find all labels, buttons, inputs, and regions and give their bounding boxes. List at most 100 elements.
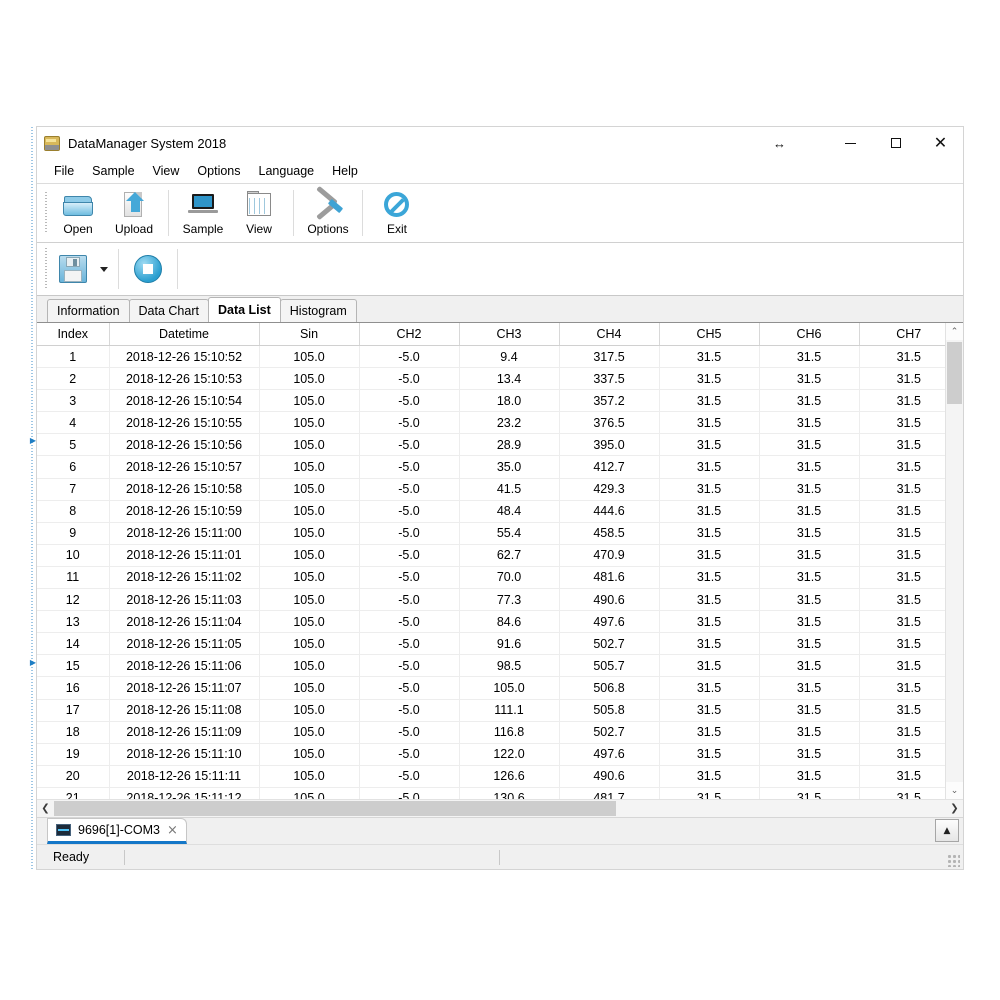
table-row[interactable]: 132018-12-26 15:11:04105.0-5.084.6497.63… bbox=[37, 611, 945, 633]
menu-file[interactable]: File bbox=[45, 162, 83, 180]
cell-index: 11 bbox=[37, 566, 109, 588]
scroll-left-button[interactable]: ❮ bbox=[37, 800, 54, 817]
tab-information[interactable]: Information bbox=[47, 299, 130, 322]
scroll-down-button[interactable]: ⌄ bbox=[946, 782, 963, 799]
toolbar-separator bbox=[118, 249, 119, 289]
toolbar-grip[interactable] bbox=[43, 192, 50, 234]
table-row[interactable]: 52018-12-26 15:10:56105.0-5.028.9395.031… bbox=[37, 434, 945, 456]
cell-ch3: 70.0 bbox=[459, 566, 559, 588]
table-row[interactable]: 182018-12-26 15:11:09105.0-5.0116.8502.7… bbox=[37, 721, 945, 743]
cell-ch7: 31.5 bbox=[859, 655, 945, 677]
scroll-right-button[interactable]: ❯ bbox=[946, 800, 963, 817]
cell-index: 7 bbox=[37, 478, 109, 500]
cell-ch7: 31.5 bbox=[859, 412, 945, 434]
close-button[interactable]: ✕ bbox=[918, 127, 963, 159]
column-header-ch4[interactable]: CH4 bbox=[559, 323, 659, 346]
cell-ch2: -5.0 bbox=[359, 434, 459, 456]
vertical-scrollbar[interactable]: ⌃ ⌄ bbox=[945, 323, 963, 799]
table-row[interactable]: 122018-12-26 15:11:03105.0-5.077.3490.63… bbox=[37, 589, 945, 611]
tab-data-list[interactable]: Data List bbox=[208, 297, 281, 322]
save-button[interactable] bbox=[50, 243, 96, 295]
cell-ch4: 505.7 bbox=[559, 655, 659, 677]
stop-button[interactable] bbox=[125, 243, 171, 295]
cell-ch5: 31.5 bbox=[659, 566, 759, 588]
horizontal-scroll-thumb[interactable] bbox=[54, 801, 616, 816]
toolbar-sample-button[interactable]: Sample bbox=[175, 184, 231, 242]
table-row[interactable]: 212018-12-26 15:11:12105.0-5.0130.6481.7… bbox=[37, 787, 945, 799]
cell-index: 13 bbox=[37, 611, 109, 633]
dock-handle-bottom[interactable]: ▶ bbox=[29, 655, 37, 669]
table-row[interactable]: 192018-12-26 15:11:10105.0-5.0122.0497.6… bbox=[37, 743, 945, 765]
secondary-toolbar-grip[interactable] bbox=[43, 248, 50, 290]
title-bar: DataManager System 2018 ↔ ✕ bbox=[37, 127, 963, 159]
cell-ch6: 31.5 bbox=[759, 522, 859, 544]
table-row[interactable]: 22018-12-26 15:10:53105.0-5.013.4337.531… bbox=[37, 368, 945, 390]
toolbar-view-button[interactable]: View bbox=[231, 184, 287, 242]
wrench-screwdriver-icon bbox=[312, 190, 344, 220]
cell-ch2: -5.0 bbox=[359, 500, 459, 522]
document-tab-com3[interactable]: 9696[1]-COM3 × bbox=[47, 818, 187, 844]
cell-ch7: 31.5 bbox=[859, 522, 945, 544]
cell-ch5: 31.5 bbox=[659, 765, 759, 787]
column-header-datetime[interactable]: Datetime bbox=[109, 323, 259, 346]
cell-ch4: 481.6 bbox=[559, 566, 659, 588]
cell-ch3: 91.6 bbox=[459, 633, 559, 655]
table-row[interactable]: 42018-12-26 15:10:55105.0-5.023.2376.531… bbox=[37, 412, 945, 434]
menu-language[interactable]: Language bbox=[250, 162, 324, 180]
cell-ch3: 48.4 bbox=[459, 500, 559, 522]
save-dropdown-button[interactable] bbox=[96, 243, 112, 295]
cell-ch3: 23.2 bbox=[459, 412, 559, 434]
table-row[interactable]: 162018-12-26 15:11:07105.0-5.0105.0506.8… bbox=[37, 677, 945, 699]
vertical-scroll-track[interactable] bbox=[946, 340, 963, 782]
column-header-sin[interactable]: Sin bbox=[259, 323, 359, 346]
resize-grip-icon[interactable] bbox=[947, 854, 960, 867]
table-row[interactable]: 32018-12-26 15:10:54105.0-5.018.0357.231… bbox=[37, 390, 945, 412]
horizontal-scrollbar[interactable]: ❮ ❯ bbox=[37, 799, 963, 817]
cell-datetime: 2018-12-26 15:10:55 bbox=[109, 412, 259, 434]
cell-ch4: 317.5 bbox=[559, 346, 659, 368]
table-row[interactable]: 92018-12-26 15:11:00105.0-5.055.4458.531… bbox=[37, 522, 945, 544]
tab-histogram[interactable]: Histogram bbox=[280, 299, 357, 322]
table-row[interactable]: 62018-12-26 15:10:57105.0-5.035.0412.731… bbox=[37, 456, 945, 478]
column-header-ch3[interactable]: CH3 bbox=[459, 323, 559, 346]
data-grid: IndexDatetimeSinCH2CH3CH4CH5CH6CH7 12018… bbox=[37, 322, 963, 817]
cell-ch7: 31.5 bbox=[859, 368, 945, 390]
minimize-button[interactable] bbox=[828, 127, 873, 159]
table-row[interactable]: 142018-12-26 15:11:05105.0-5.091.6502.73… bbox=[37, 633, 945, 655]
column-header-index[interactable]: Index bbox=[37, 323, 109, 346]
scroll-up-button[interactable]: ⌃ bbox=[946, 323, 963, 340]
toolbar-upload-button[interactable]: Upload bbox=[106, 184, 162, 242]
vertical-scroll-thumb[interactable] bbox=[947, 342, 962, 404]
close-icon[interactable]: × bbox=[167, 823, 178, 838]
table-row[interactable]: 112018-12-26 15:11:02105.0-5.070.0481.63… bbox=[37, 566, 945, 588]
toolbar-exit-button[interactable]: Exit bbox=[369, 184, 425, 242]
horizontal-scroll-track[interactable] bbox=[54, 800, 946, 817]
dock-handle-top[interactable]: ▶ bbox=[29, 433, 37, 447]
table-row[interactable]: 72018-12-26 15:10:58105.0-5.041.5429.331… bbox=[37, 478, 945, 500]
cell-sin: 105.0 bbox=[259, 677, 359, 699]
tab-data-chart[interactable]: Data Chart bbox=[129, 299, 209, 322]
table-row[interactable]: 202018-12-26 15:11:11105.0-5.0126.6490.6… bbox=[37, 765, 945, 787]
document-tab-scroll-button[interactable]: ▲ bbox=[935, 819, 959, 842]
table-row[interactable]: 172018-12-26 15:11:08105.0-5.0111.1505.8… bbox=[37, 699, 945, 721]
column-header-ch2[interactable]: CH2 bbox=[359, 323, 459, 346]
menu-view[interactable]: View bbox=[144, 162, 189, 180]
toolbar-options-button[interactable]: Options bbox=[300, 184, 356, 242]
menu-options[interactable]: Options bbox=[188, 162, 249, 180]
cell-ch4: 357.2 bbox=[559, 390, 659, 412]
cell-ch2: -5.0 bbox=[359, 522, 459, 544]
column-header-ch5[interactable]: CH5 bbox=[659, 323, 759, 346]
toolbar-open-button[interactable]: Open bbox=[50, 184, 106, 242]
document-tab-label: 9696[1]-COM3 bbox=[78, 823, 160, 837]
cell-sin: 105.0 bbox=[259, 589, 359, 611]
column-header-ch6[interactable]: CH6 bbox=[759, 323, 859, 346]
table-row[interactable]: 82018-12-26 15:10:59105.0-5.048.4444.631… bbox=[37, 500, 945, 522]
table-row[interactable]: 12018-12-26 15:10:52105.0-5.09.4317.531.… bbox=[37, 346, 945, 368]
menu-sample[interactable]: Sample bbox=[83, 162, 143, 180]
cell-ch5: 31.5 bbox=[659, 478, 759, 500]
table-row[interactable]: 102018-12-26 15:11:01105.0-5.062.7470.93… bbox=[37, 544, 945, 566]
table-row[interactable]: 152018-12-26 15:11:06105.0-5.098.5505.73… bbox=[37, 655, 945, 677]
column-header-ch7[interactable]: CH7 bbox=[859, 323, 945, 346]
maximize-button[interactable] bbox=[873, 127, 918, 159]
menu-help[interactable]: Help bbox=[323, 162, 367, 180]
